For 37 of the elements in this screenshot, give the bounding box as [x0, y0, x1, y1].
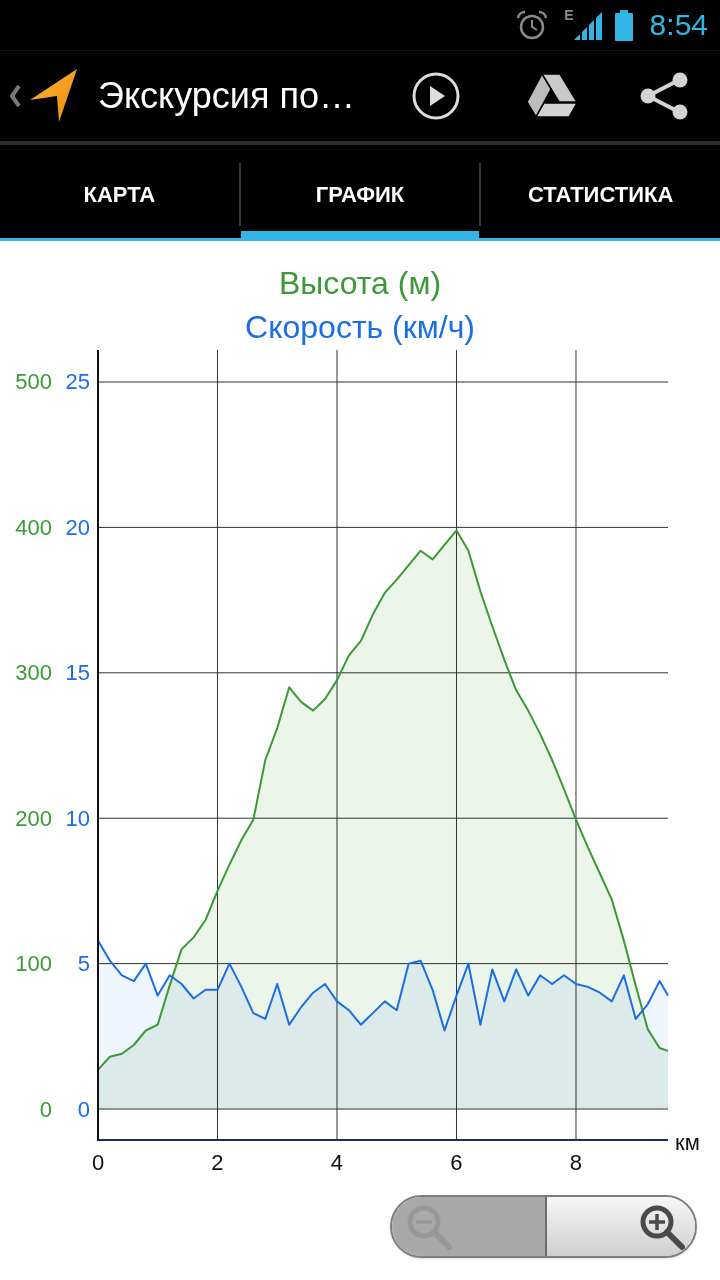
navigation-arrow-icon[interactable]: [30, 69, 78, 123]
x-tick-label: 8: [569, 1149, 583, 1175]
y-tick-label: 5: [77, 951, 90, 977]
y-tick-label: 200: [15, 805, 52, 831]
y-tick-label: 0: [39, 1096, 52, 1122]
x-tick-label: 2: [211, 1149, 224, 1175]
alarm-clock-icon: [516, 10, 549, 40]
triangle-icon[interactable]: [526, 74, 578, 118]
x-tick-label: 6: [450, 1149, 463, 1175]
signal-icon: [573, 12, 602, 40]
screen-title: Экскурсия по…: [98, 74, 356, 118]
status-time: 8:54: [649, 10, 708, 40]
x-tick-label: 4: [330, 1149, 344, 1175]
y-tick-label: 300: [15, 660, 52, 686]
y-tick-label: 400: [15, 514, 52, 540]
play-icon[interactable]: [412, 72, 460, 120]
y-tick-label: 20: [65, 514, 90, 540]
network-type-label: E: [564, 8, 574, 22]
y-tick-label: 0: [77, 1096, 90, 1122]
tab[interactable]: СТАТИСТИКА: [481, 145, 720, 238]
chart-title-line: Скорость (км/ч): [245, 308, 475, 347]
battery-icon: [613, 9, 634, 41]
y-tick-label: 100: [15, 951, 52, 977]
y-tick-label: 500: [15, 369, 52, 395]
chart-title-line: Высота (м): [278, 264, 442, 303]
back-caret-icon[interactable]: [9, 85, 21, 107]
tab[interactable]: ГРАФИК: [240, 145, 480, 238]
zoom-in-button[interactable]: [546, 1197, 695, 1256]
x-tick-label: 0: [91, 1149, 105, 1175]
share-icon[interactable]: [640, 72, 688, 120]
tab[interactable]: КАРТА: [0, 145, 239, 238]
y-tick-label: 15: [65, 660, 90, 686]
zoom-in-icon: [639, 1203, 685, 1250]
x-axis-unit-label: км: [675, 1129, 700, 1155]
zoom-out-icon: [406, 1203, 452, 1250]
y-tick-label: 25: [65, 369, 90, 395]
y-tick-label: 10: [65, 805, 90, 831]
